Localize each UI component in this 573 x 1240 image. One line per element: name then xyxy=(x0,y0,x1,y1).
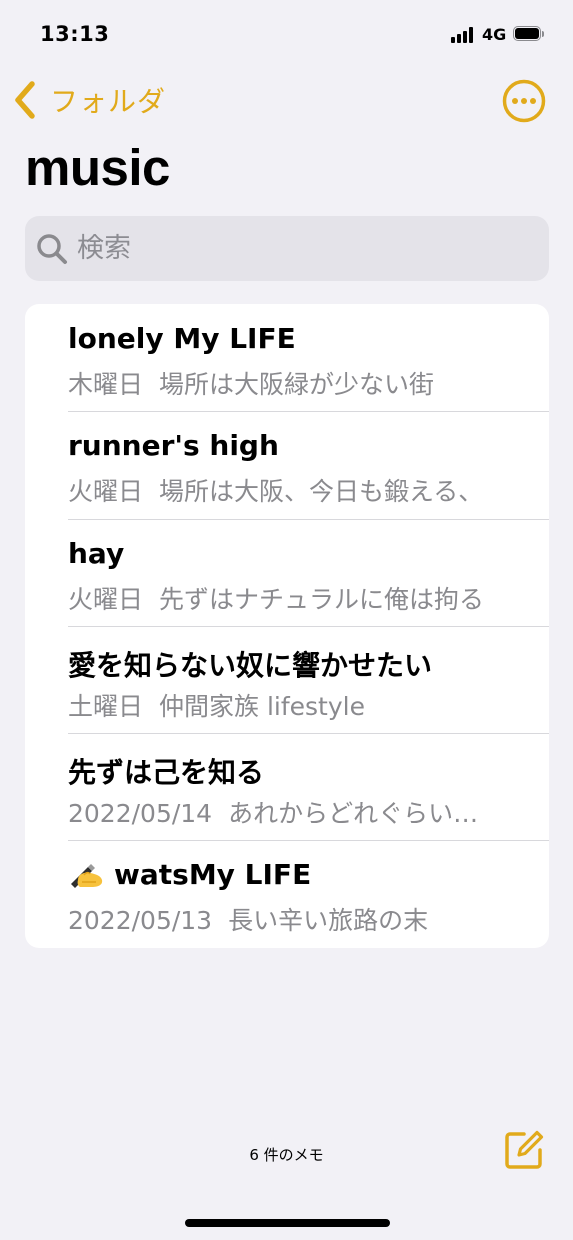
note-title: hay xyxy=(68,536,125,570)
note-meta: 木曜日 場所は大阪緑が少ない街 xyxy=(68,365,528,401)
note-date: 2022/05/14 xyxy=(68,799,213,829)
note-item[interactable]: hay 火曜日 先ずはナチュラルに俺は拘る xyxy=(25,518,549,626)
nav-bar: フォルダ xyxy=(0,72,573,128)
note-title: 愛を知らない奴に響かせたい xyxy=(68,648,433,682)
note-date: 火曜日 xyxy=(68,584,144,614)
note-preview: あれからどれぐらい… xyxy=(228,799,479,829)
page-title: music xyxy=(25,139,170,196)
note-title: runner's high xyxy=(68,429,279,463)
chevron-left-icon xyxy=(15,81,35,119)
note-preview: 仲間家族 lifestyle xyxy=(159,691,365,721)
search-icon xyxy=(37,233,67,264)
compose-icon xyxy=(505,1130,544,1169)
note-item[interactable]: lonely My LIFE 木曜日 場所は大阪緑が少ない街 xyxy=(25,304,549,411)
note-meta: 火曜日 場所は大阪、今日も鍛える、 xyxy=(68,472,528,508)
signal-icon xyxy=(451,27,477,43)
note-item[interactable]: 愛を知らない奴に響かせたい 土曜日 仲間家族 lifestyle xyxy=(25,625,549,733)
home-indicator xyxy=(185,1219,390,1227)
note-title: 先ずは己を知る xyxy=(68,756,265,790)
status-time: 13:13 xyxy=(40,22,110,46)
note-preview: 長い辛い旅路の末 xyxy=(228,906,429,936)
note-preview: 場所は大阪緑が少ない街 xyxy=(159,370,435,399)
note-meta: 火曜日 先ずはナチュラルに俺は拘る xyxy=(68,580,528,616)
network-label: 4G xyxy=(482,25,507,44)
status-bar: 13:13 4G xyxy=(0,0,573,70)
note-date: 土曜日 xyxy=(68,691,144,721)
note-title: watsMy LIFE xyxy=(114,858,312,892)
writing-hand-emoji-icon xyxy=(71,864,103,889)
note-preview: 場所は大阪、今日も鍛える、 xyxy=(159,477,484,507)
note-item[interactable]: watsMy LIFE 2022/05/13 長い辛い旅路の末 xyxy=(25,840,549,947)
note-preview: 先ずはナチュラルに俺は拘る xyxy=(159,584,485,614)
note-item[interactable]: 先ずは己を知る 2022/05/14 あれからどれぐらい… xyxy=(25,733,549,840)
note-date: 火曜日 xyxy=(68,477,144,507)
ellipsis-circle-icon xyxy=(502,79,546,123)
notes-list: lonely My LIFE 木曜日 場所は大阪緑が少ない街 runner's h… xyxy=(25,304,549,948)
note-date: 木曜日 xyxy=(68,370,144,399)
note-item[interactable]: runner's high 火曜日 場所は大阪、今日も鍛える、 xyxy=(25,411,549,518)
note-meta: 2022/05/13 長い辛い旅路の末 xyxy=(68,901,528,937)
note-count: 6 件のメモ xyxy=(249,1146,324,1164)
note-title: lonely My LIFE xyxy=(68,322,296,355)
search-input[interactable] xyxy=(77,233,497,264)
back-button[interactable]: フォルダ xyxy=(12,78,166,122)
note-title-row: watsMy LIFE xyxy=(68,858,538,891)
battery-icon xyxy=(513,26,545,43)
compose-button[interactable] xyxy=(502,1128,546,1172)
note-meta: 2022/05/14 あれからどれぐらい… xyxy=(68,794,528,830)
search-bar[interactable] xyxy=(25,216,549,281)
note-meta: 土曜日 仲間家族 lifestyle xyxy=(68,687,528,723)
back-label: フォルダ xyxy=(50,85,167,118)
more-button[interactable] xyxy=(502,79,546,123)
note-date: 2022/05/13 xyxy=(68,906,213,936)
